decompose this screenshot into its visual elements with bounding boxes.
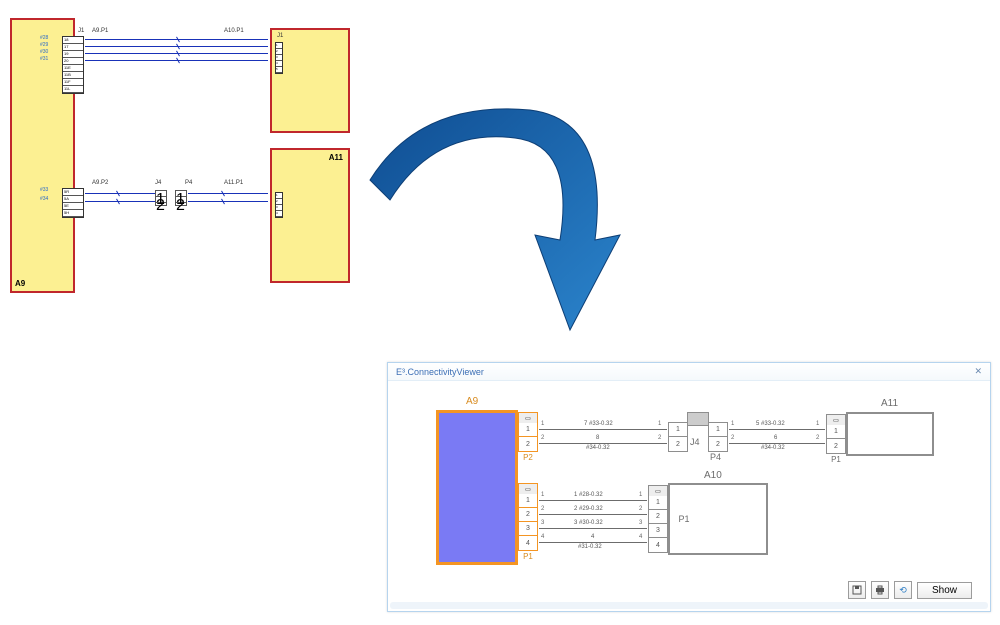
label-a11: A11 <box>329 153 343 162</box>
transform-arrow <box>360 90 630 360</box>
label-a9p1: A9.P1 <box>92 28 108 34</box>
cv-wire <box>729 443 825 444</box>
cv-line-num: 8 <box>596 435 599 441</box>
cv-port-label-p1-a10: P1 <box>674 513 694 525</box>
cv-wire <box>539 429 667 430</box>
save-icon[interactable] <box>848 581 866 599</box>
cv-p4[interactable]: 1 2 <box>708 422 728 452</box>
label-j1-left: J1 <box>78 28 84 34</box>
label-j1-right: J1 <box>277 33 283 39</box>
signal-tag: #33 <box>40 187 48 193</box>
cv-line-sig: #34-0.32 <box>586 445 610 451</box>
cv-port-a11-p1[interactable]: ▭ 1 2 <box>826 414 846 454</box>
cv-wire <box>539 528 647 529</box>
cv-port-label-p1-a11: P1 <box>826 454 846 465</box>
signal-tag: #34 <box>40 196 48 202</box>
window-title: E³.ConnectivityViewer <box>396 367 484 377</box>
signal-tag: #30 <box>40 49 48 55</box>
refresh-icon[interactable]: ⟲ <box>894 581 912 599</box>
cv-port-a10-p1[interactable]: ▭ 1 2 3 4 <box>648 485 668 553</box>
viewer-toolbar: ⟲ Show <box>848 581 972 599</box>
cv-line-sig: #34-0.32 <box>761 445 785 451</box>
signal-tag: #29 <box>40 42 48 48</box>
label-a9p2: A9.P2 <box>92 180 108 186</box>
close-icon[interactable]: ✕ <box>974 366 982 377</box>
label-j4: J4 <box>155 180 161 186</box>
cv-port-label-p1-a9: P1 <box>518 551 538 562</box>
cv-bridge <box>687 412 709 426</box>
mid-connector-j4: 1 2 <box>155 190 167 206</box>
connectivity-viewer-window: E³.ConnectivityViewer ✕ A9 ▭ 1 2 P2 ▭ 1 … <box>387 362 991 612</box>
signal-tag: #28 <box>40 35 48 41</box>
diagram-canvas[interactable]: A9 ▭ 1 2 P2 ▭ 1 2 3 4 P1 1 2 J4 1 2 P4 <box>396 385 982 579</box>
label-a10p1: A10.P1 <box>224 28 244 34</box>
cv-line-sig: #31-0.32 <box>578 544 602 550</box>
cv-line-num: 6 <box>774 435 777 441</box>
horizontal-scrollbar[interactable] <box>390 602 988 609</box>
a11-pins: 1 2 3 4 <box>275 192 283 218</box>
block-a11: A11 1 2 3 4 <box>270 148 350 283</box>
cv-line-num: 4 <box>591 534 594 540</box>
show-button[interactable]: Show <box>917 582 972 599</box>
cv-block-a11[interactable] <box>846 412 934 456</box>
cv-label-a10: A10 <box>704 470 722 481</box>
a9-pin-stack-bot: 5R 5A 5E 5H <box>62 188 84 218</box>
wire <box>85 201 155 202</box>
cv-wire <box>729 429 825 430</box>
cv-label-a9: A9 <box>466 396 478 407</box>
label-a11p1: A11.P1 <box>224 180 243 186</box>
cv-label-p4: P4 <box>710 452 721 462</box>
cv-j4[interactable]: 1 2 <box>668 422 688 452</box>
cv-block-a9[interactable] <box>436 410 518 565</box>
label-p4: P4 <box>185 180 192 186</box>
signal-tag: #31 <box>40 56 48 62</box>
print-icon[interactable] <box>871 581 889 599</box>
wire <box>188 193 268 194</box>
a10-pins: 1 2 3 4 5 <box>275 42 283 74</box>
source-schematic: A9 J1 1 2 3 4 5 A11 1 2 3 4 J1 18 17 19 … <box>10 18 360 308</box>
cv-wire <box>539 500 647 501</box>
cv-label-j4: J4 <box>690 437 700 447</box>
cv-port-a9-p2[interactable]: ▭ 1 2 <box>518 412 538 452</box>
wire <box>85 193 155 194</box>
label-a9: A9 <box>15 279 25 288</box>
cv-port-a9-p1[interactable]: ▭ 1 2 3 4 <box>518 483 538 551</box>
cv-wire <box>539 542 647 543</box>
cv-wire <box>539 514 647 515</box>
cv-wire <box>539 443 667 444</box>
cv-port-label-p2: P2 <box>518 452 538 463</box>
mid-connector-p4: 1 2 <box>175 190 187 206</box>
cv-label-a11: A11 <box>881 398 898 409</box>
block-a10: J1 1 2 3 4 5 <box>270 28 350 133</box>
window-titlebar: E³.ConnectivityViewer ✕ <box>388 363 990 381</box>
a9-pin-stack-top: 18 17 19 20 11E 11B 11F 11L <box>62 36 84 94</box>
wire <box>188 201 268 202</box>
